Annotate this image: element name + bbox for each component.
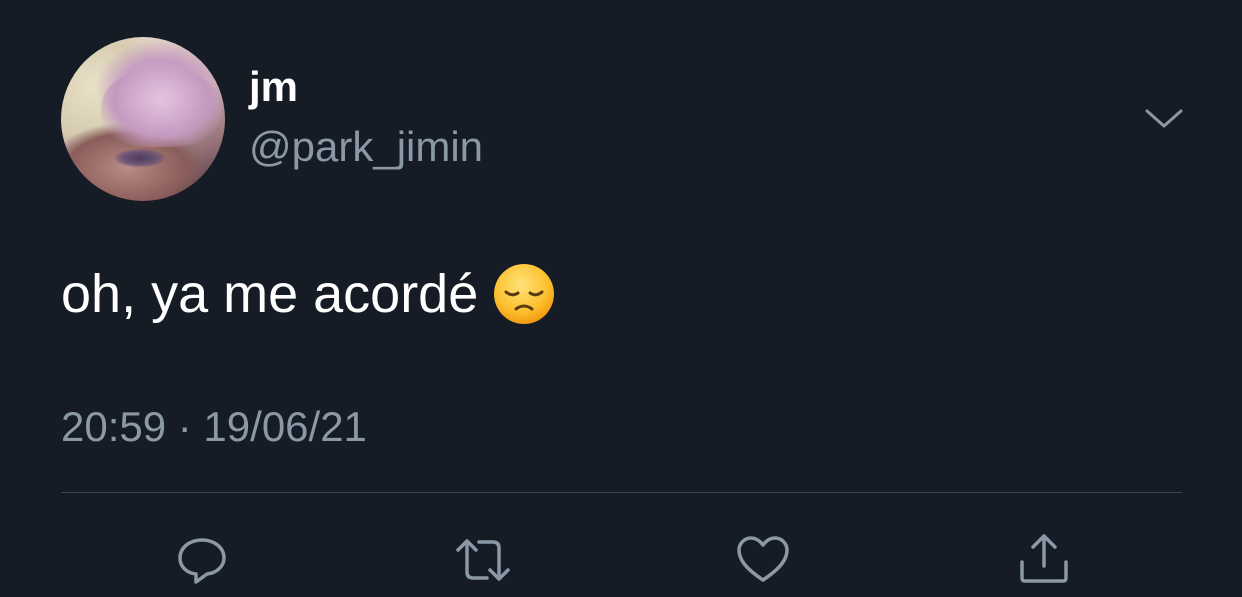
tweet-text-content: oh, ya me acordé (61, 264, 479, 324)
share-icon (1020, 534, 1068, 583)
chevron-down-icon[interactable] (1143, 103, 1185, 133)
heart-icon (737, 536, 789, 582)
display-name[interactable]: jm (249, 66, 298, 108)
share-button[interactable] (1016, 532, 1072, 588)
retweet-button[interactable] (455, 532, 511, 588)
avatar-eye (115, 149, 165, 167)
avatar-hair (101, 67, 221, 147)
disappointed-face-icon (492, 262, 556, 326)
tweet-timestamp[interactable]: 20:59 · 19/06/21 (61, 406, 367, 448)
like-button[interactable] (735, 532, 791, 588)
user-handle[interactable]: @park_jimin (249, 126, 483, 168)
tweet-text: oh, ya me acordé (61, 262, 556, 330)
retweet-icon (456, 539, 510, 581)
avatar[interactable] (61, 37, 225, 201)
tweet-card: jm @park_jimin oh, ya me acordé 20:59 · … (0, 0, 1242, 597)
divider (61, 492, 1182, 493)
reply-button[interactable] (174, 532, 230, 588)
reply-icon (178, 538, 226, 584)
